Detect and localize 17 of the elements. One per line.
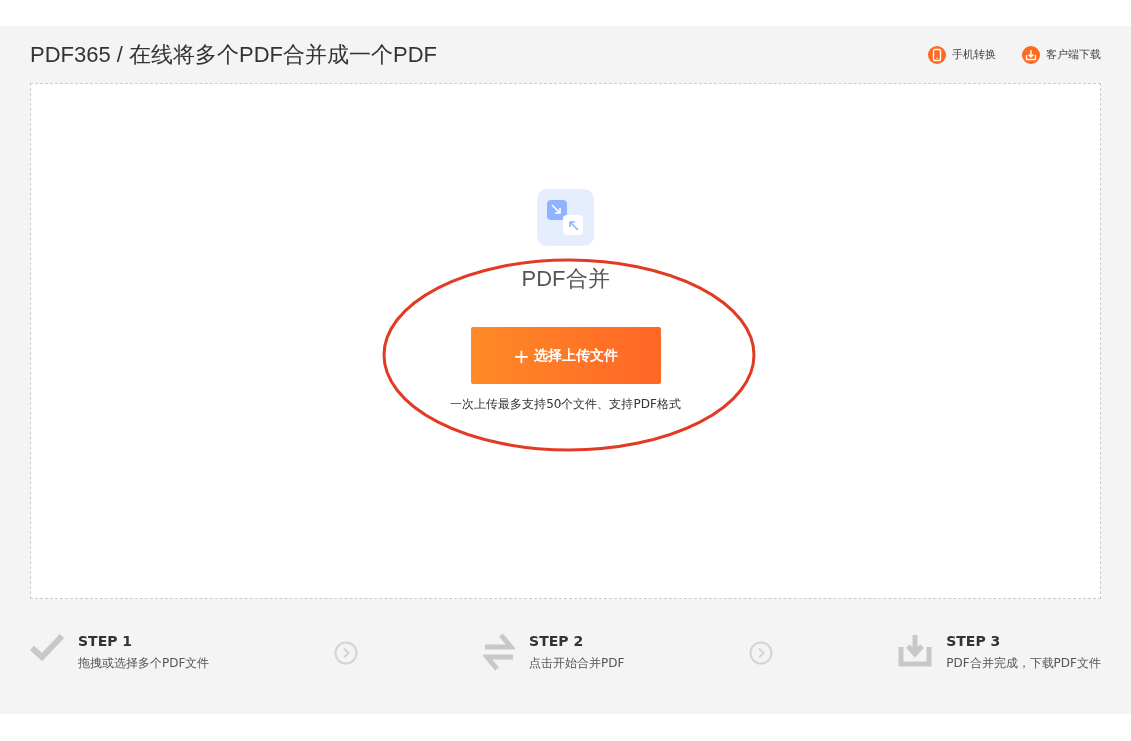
- upload-hint: 一次上传最多支持50个文件、支持PDF格式: [450, 396, 681, 413]
- step-description: PDF合并完成，下载PDF文件: [946, 655, 1101, 672]
- step-title: STEP 2: [529, 633, 585, 649]
- merge-icon: [537, 189, 594, 246]
- page-title: PDF365 / 在线将多个PDF合并成一个PDF: [30, 40, 439, 69]
- tool-title: PDF合并: [521, 265, 610, 293]
- step-title: STEP 1: [78, 633, 134, 649]
- step-title: STEP 3: [946, 633, 1002, 649]
- checkmark-icon: [30, 633, 64, 661]
- phone-icon: [928, 45, 946, 64]
- download-icon: [1022, 45, 1040, 64]
- swap-arrows-icon: [483, 633, 516, 671]
- header-link[interactable]: 手机转换: [928, 45, 996, 64]
- step-description: 拖拽或选择多个PDF文件: [78, 655, 210, 672]
- step-description: 点击开始合并PDF: [529, 655, 625, 672]
- download-icon: [898, 633, 933, 667]
- header-link[interactable]: 客户端下载: [1022, 45, 1101, 64]
